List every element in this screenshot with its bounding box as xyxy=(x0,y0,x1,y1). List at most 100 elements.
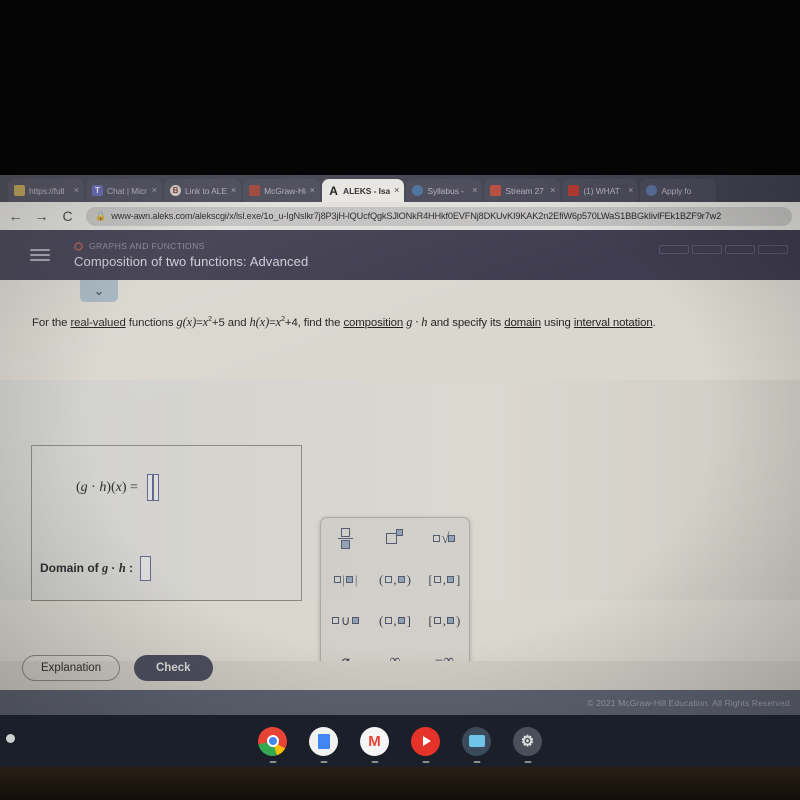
exponent-key[interactable] xyxy=(370,518,419,559)
copyright-text: © 2021 McGraw-Hill Education. All Rights… xyxy=(587,697,792,708)
progress-segment xyxy=(692,245,722,254)
function-h-arg: (x) xyxy=(255,315,270,329)
union-icon: ∪ xyxy=(332,613,359,629)
check-button[interactable]: Check xyxy=(134,655,213,681)
browser-tab-3[interactable]: McGraw-Hi × xyxy=(243,179,321,202)
link-real-valued[interactable]: real-valued xyxy=(70,317,125,329)
back-icon[interactable]: ← xyxy=(8,209,23,223)
half-open-left-key[interactable]: [,) xyxy=(420,600,469,641)
classroom-icon xyxy=(490,185,502,196)
union-key[interactable]: ∪ xyxy=(321,600,370,641)
power-icon xyxy=(386,529,404,544)
h-body-tail: +4, find the xyxy=(284,317,344,329)
reload-icon[interactable]: C xyxy=(60,209,75,223)
mcgraw-hill-icon xyxy=(249,185,261,196)
shelf-app-youtube[interactable] xyxy=(411,726,440,756)
copyright-strip: © 2021 McGraw-Hill Education. All Rights… xyxy=(0,690,800,715)
tab-label: Link to ALE xyxy=(185,185,227,196)
tab-label: https://full xyxy=(29,185,65,196)
tab-label: ALEKS - Isa xyxy=(343,185,391,196)
youtube-icon xyxy=(422,736,431,746)
tab-label: McGraw-Hi xyxy=(264,185,306,196)
progress-segment xyxy=(725,245,755,254)
action-button-bar: Explanation Check xyxy=(0,655,800,690)
browser-toolbar: ← → C 🔒 www-awn.aleks.com/alekscgi/x/lsl… xyxy=(0,202,800,230)
nth-root-key[interactable]: √ xyxy=(420,518,469,559)
address-bar[interactable]: 🔒 www-awn.aleks.com/alekscgi/x/lsl.exe/1… xyxy=(86,206,792,226)
close-icon[interactable]: × xyxy=(310,186,315,195)
close-icon[interactable]: × xyxy=(472,186,477,195)
half-open-right-icon: (,] xyxy=(379,612,411,628)
os-shelf: M ⚙ xyxy=(0,715,800,767)
composition-input[interactable] xyxy=(146,474,159,501)
link-domain[interactable]: domain xyxy=(504,317,541,329)
explanation-button[interactable]: Explanation xyxy=(22,655,121,681)
problem-part-2: functions xyxy=(125,317,177,329)
files-icon xyxy=(468,735,485,747)
generic-page-icon xyxy=(14,185,25,196)
browser-tab-aleks-active[interactable]: A ALEKS - Isa × xyxy=(322,179,405,202)
tab-label: Stream 27 xyxy=(505,185,544,196)
progress-segment xyxy=(659,245,689,254)
close-icon[interactable]: × xyxy=(74,186,79,195)
browser-tab-8[interactable]: Apply fo xyxy=(640,179,717,202)
problem-statement: For the real-valued functions g(x)=x2+5 … xyxy=(32,314,777,332)
fraction-key[interactable] xyxy=(321,518,370,559)
topic-line: GRAPHS AND FUNCTIONS xyxy=(74,241,308,251)
hamburger-icon[interactable] xyxy=(18,249,62,261)
browser-tab-0[interactable]: https://full × xyxy=(8,179,84,202)
palette-grid: √ | | (,) [,] ∪ (,] [,) xyxy=(321,518,469,682)
closed-interval-icon: [,] xyxy=(428,571,461,587)
gmail-icon: M xyxy=(368,732,381,750)
close-icon[interactable]: × xyxy=(152,186,157,195)
shelf-app-chrome[interactable] xyxy=(258,726,287,756)
worksheet-area: ⌄ For the real-valued functions g(x)=x2+… xyxy=(0,280,800,715)
forward-icon[interactable]: → xyxy=(34,209,49,223)
gear-icon: ⚙ xyxy=(520,733,535,750)
link-interval-notation[interactable]: interval notation xyxy=(574,317,653,329)
tab-label: Apply fo xyxy=(661,185,692,196)
function-g-arg: (x) xyxy=(182,315,197,329)
shelf-app-docs[interactable] xyxy=(309,726,338,756)
blackboard-icon: B xyxy=(170,185,181,196)
composition-expression: g · h xyxy=(406,315,428,329)
topic-label: GRAPHS AND FUNCTIONS xyxy=(89,241,205,251)
problem-part-1: For the xyxy=(32,317,71,329)
browser-tab-7[interactable]: (1) WHAT × xyxy=(562,179,639,202)
tab-label: (1) WHAT xyxy=(583,185,620,196)
shelf-app-files[interactable] xyxy=(462,726,491,756)
close-icon[interactable]: × xyxy=(550,186,555,195)
open-interval-icon: (,) xyxy=(379,571,411,587)
browser-tab-6[interactable]: Stream 27 × xyxy=(484,179,561,202)
aleks-header: GRAPHS AND FUNCTIONS Composition of two … xyxy=(0,230,800,280)
globe-icon xyxy=(646,185,658,196)
close-icon[interactable]: × xyxy=(231,186,236,195)
link-composition[interactable]: composition xyxy=(343,317,403,329)
closed-interval-key[interactable]: [,] xyxy=(420,559,469,600)
g-body-tail: +5 and xyxy=(211,317,250,329)
tab-label: Chat | Micr xyxy=(107,185,147,196)
close-icon[interactable]: × xyxy=(628,186,633,195)
chevron-down-icon[interactable]: ⌄ xyxy=(80,280,118,302)
progress-segment xyxy=(758,245,788,254)
cloud-icon xyxy=(412,185,424,196)
absolute-value-key[interactable]: | | xyxy=(321,559,370,600)
domain-answer-label: Domain of g · h : xyxy=(40,561,134,575)
browser-tab-5[interactable]: Syllabus - × xyxy=(406,179,483,202)
url-text: www-awn.aleks.com/alekscgi/x/lsl.exe/1o_… xyxy=(111,211,722,221)
browser-tab-strip: https://full × T Chat | Micr × B Link to… xyxy=(0,175,800,202)
shelf-app-settings[interactable]: ⚙ xyxy=(513,726,542,756)
photo-of-laptop-screen: https://full × T Chat | Micr × B Link to… xyxy=(0,0,800,800)
aleks-icon: A xyxy=(329,183,338,198)
problem-part-4: using xyxy=(540,317,574,329)
browser-tab-1[interactable]: T Chat | Micr × xyxy=(86,179,162,202)
domain-answer-row: Domain of g · h : xyxy=(40,556,152,581)
open-interval-key[interactable]: (,) xyxy=(370,559,419,600)
domain-input[interactable] xyxy=(140,556,152,581)
close-icon[interactable]: × xyxy=(394,186,399,195)
browser-tab-2[interactable]: B Link to ALE × xyxy=(164,179,242,202)
header-titles: GRAPHS AND FUNCTIONS Composition of two … xyxy=(74,241,308,269)
half-open-right-key[interactable]: (,] xyxy=(370,600,419,641)
shelf-indicator-dot xyxy=(6,734,15,743)
shelf-app-gmail[interactable]: M xyxy=(360,726,389,756)
